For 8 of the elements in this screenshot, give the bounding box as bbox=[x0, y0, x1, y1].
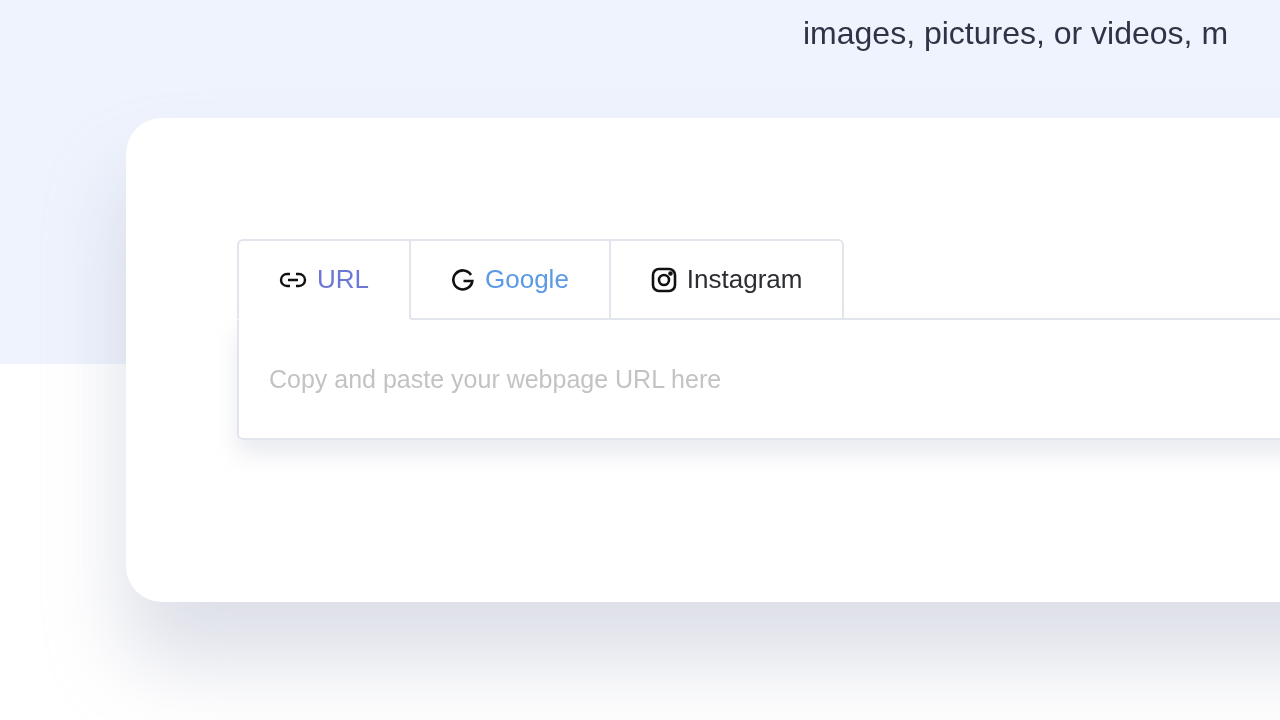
source-tab[interactable]: Instagram bbox=[610, 239, 845, 320]
instagram-icon bbox=[650, 266, 677, 293]
g-letter-icon bbox=[451, 267, 475, 292]
intro-text: images, pictures, or videos, m bbox=[803, 14, 1230, 52]
source-tab[interactable]: Google bbox=[411, 239, 611, 320]
url-input-field[interactable]: Copy and paste your webpage URL here bbox=[237, 318, 1280, 440]
link-icon bbox=[279, 271, 307, 288]
source-tab[interactable]: URL bbox=[237, 239, 411, 320]
